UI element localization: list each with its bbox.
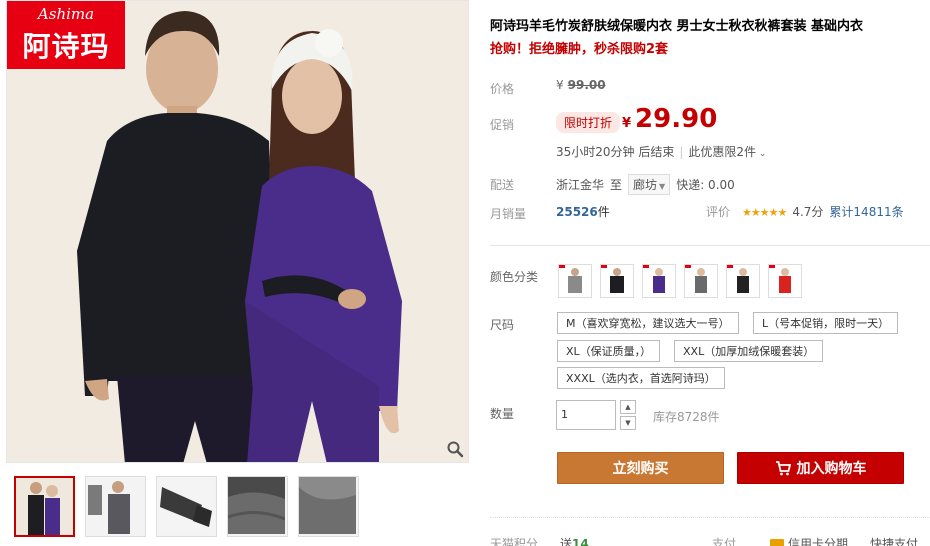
- add-to-cart-button[interactable]: 加入购物车: [737, 452, 904, 484]
- tmall-points: 天猫积分 送14: [490, 537, 589, 546]
- thumbnail-strip: [14, 476, 359, 537]
- quantity-increase-button[interactable]: ▲: [620, 400, 636, 414]
- stock-count: 库存8728件: [653, 410, 720, 424]
- thumbnail-back-view[interactable]: [85, 476, 146, 537]
- rating: 评价 ★★★★★ 4.7分 累计14811条: [706, 205, 904, 219]
- quantity-input[interactable]: 1: [556, 400, 616, 430]
- color-swatch-gray-men[interactable]: [558, 264, 592, 298]
- color-swatch-gray-women[interactable]: [684, 264, 718, 298]
- promo-limit[interactable]: 此优惠限2件: [688, 145, 756, 159]
- quantity-decrease-button[interactable]: ▼: [620, 416, 636, 430]
- size-option-xl[interactable]: XL（保证质量，）: [557, 340, 661, 362]
- payment-label: 支付: [712, 537, 737, 546]
- color-swatch-red-women[interactable]: [768, 264, 802, 298]
- color-swatch-black-women[interactable]: [726, 264, 760, 298]
- product-title: 阿诗玛羊毛竹炭舒肤绒保暖内衣 男士女士秋衣秋裤套装 基础内衣: [490, 19, 864, 34]
- rating-stars: ★★★★★: [742, 206, 787, 219]
- quantity-label: 数量: [490, 407, 515, 421]
- thumbnail-fabric-1[interactable]: [227, 476, 288, 537]
- chevron-down-icon[interactable]: ⌄: [756, 149, 767, 159]
- destination-city-select[interactable]: 廊坊 ▼: [628, 174, 671, 195]
- size-option-m[interactable]: M（喜欢穿宽松，建议选大一号）: [557, 312, 739, 334]
- promo-countdown: 35小时20分钟 后结束 | 此优惠限2件 ⌄: [556, 145, 767, 159]
- color-swatch-black-men[interactable]: [600, 264, 634, 298]
- monthly-sales: 25526件: [556, 205, 610, 219]
- size-label: 尺码: [490, 318, 515, 332]
- bottom-divider: [490, 517, 930, 518]
- color-swatches: [558, 264, 802, 298]
- monthly-sales-label: 月销量: [490, 207, 527, 221]
- credit-card-icon: [770, 539, 784, 546]
- couple-photo: [7, 1, 468, 462]
- size-option-xxl[interactable]: XXL（加厚加绒保暖套装）: [674, 340, 824, 362]
- shipping-label: 配送: [490, 178, 515, 192]
- promo-label: 促销: [490, 118, 515, 132]
- chevron-down-icon: ▼: [659, 182, 666, 191]
- brand-logo: Ashima 阿诗玛: [7, 1, 125, 69]
- buy-now-button[interactable]: 立刻购买: [557, 452, 724, 484]
- section-divider: [490, 245, 930, 246]
- thumbnail-couple[interactable]: [14, 476, 75, 537]
- product-subtitle: 抢购！拒绝臃肿，秒杀限购2套: [490, 42, 669, 57]
- express-pay[interactable]: 快捷支付: [870, 535, 918, 546]
- original-price: ¥99.00: [556, 78, 606, 92]
- promo-tag: 限时打折: [556, 112, 621, 133]
- thumbnail-cuff-detail[interactable]: [156, 476, 217, 537]
- shipping-fee: 快递: 0.00: [676, 178, 735, 192]
- credit-installment[interactable]: 信用卡分期: [770, 535, 848, 546]
- price-label: 价格: [490, 82, 515, 96]
- size-option-l[interactable]: L（号本促销，限时一天）: [753, 312, 899, 334]
- promo-price: ¥29.90: [622, 104, 718, 134]
- thumbnail-fabric-2[interactable]: [298, 476, 359, 537]
- cart-icon: [775, 461, 791, 476]
- review-count-link[interactable]: 累计14811条: [829, 205, 903, 219]
- size-option-xxxl[interactable]: XXXL（选内衣，首选阿诗玛）: [557, 367, 725, 389]
- color-swatch-purple-women[interactable]: [642, 264, 676, 298]
- zoom-icon[interactable]: [446, 440, 464, 458]
- color-label: 颜色分类: [490, 270, 539, 284]
- main-product-image[interactable]: Ashima 阿诗玛: [6, 0, 469, 463]
- shipping-info: 浙江金华至廊坊 ▼ 快递: 0.00: [556, 174, 735, 195]
